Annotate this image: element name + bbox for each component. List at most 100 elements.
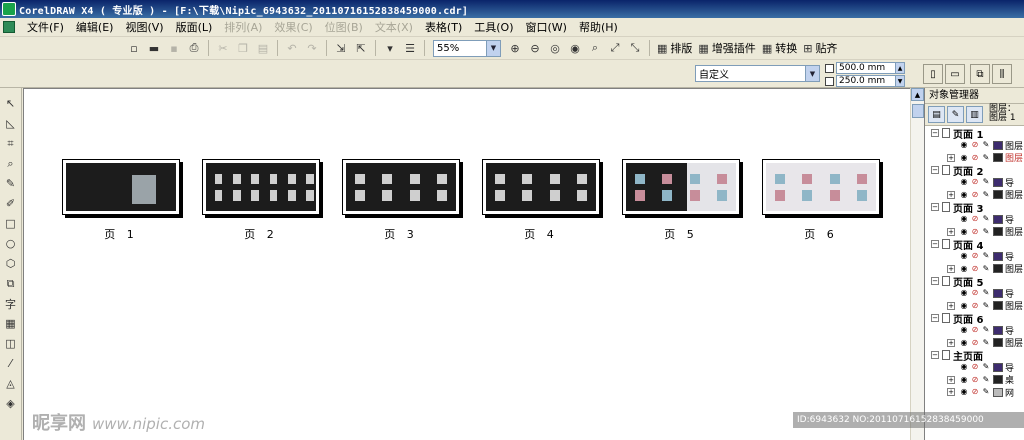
eye-icon[interactable]: ◉ — [959, 140, 969, 150]
collapse-icon[interactable]: − — [931, 351, 939, 359]
menu-tools[interactable]: 工具(O) — [468, 19, 519, 35]
menu-window[interactable]: 窗口(W) — [520, 19, 573, 35]
page-label[interactable]: 页 1 — [62, 226, 180, 242]
print-disabled-icon[interactable]: ⊘ — [970, 251, 980, 261]
freehand-tool-icon[interactable]: ✎ — [2, 174, 20, 193]
print-disabled-icon[interactable]: ⊘ — [970, 362, 980, 372]
object-tree-page[interactable]: − 主页面 — [925, 349, 1024, 363]
zoom-all-objects-icon[interactable]: ◉ — [566, 39, 584, 57]
layer-manager-view-icon[interactable]: ▥ — [966, 106, 983, 123]
object-tree-page[interactable]: − 页面 3 — [925, 201, 1024, 215]
export-icon[interactable]: ⇱ — [352, 39, 370, 57]
print-icon[interactable]: ⎙ — [185, 39, 203, 57]
expand-icon[interactable]: + — [947, 153, 955, 162]
redo-icon[interactable]: ↷ — [303, 39, 321, 57]
collapse-icon[interactable]: − — [931, 129, 939, 137]
object-tree-layer[interactable]: +◉⊘✎导 — [925, 324, 1024, 337]
collapse-icon[interactable]: − — [931, 203, 939, 211]
pencil-icon[interactable]: ✎ — [981, 325, 991, 335]
expand-icon[interactable]: + — [947, 264, 955, 273]
page-label[interactable]: 页 2 — [202, 226, 320, 242]
pencil-icon[interactable]: ✎ — [981, 301, 991, 311]
pencil-icon[interactable]: ✎ — [981, 177, 991, 187]
application-launcher-icon[interactable]: ▾ — [381, 39, 399, 57]
pencil-icon[interactable]: ✎ — [981, 264, 991, 274]
menu-help[interactable]: 帮助(H) — [573, 19, 624, 35]
chevron-down-icon[interactable]: ▼ — [805, 66, 819, 81]
print-disabled-icon[interactable]: ⊘ — [970, 227, 980, 237]
expand-icon[interactable]: + — [947, 375, 955, 384]
object-tree-layer[interactable]: +◉⊘✎导 — [925, 287, 1024, 300]
current-page-icon[interactable]: ⫼ — [992, 64, 1012, 84]
print-disabled-icon[interactable]: ⊘ — [970, 375, 980, 385]
eye-icon[interactable]: ◉ — [959, 227, 969, 237]
eyedropper-tool-icon[interactable]: ⁄ — [2, 354, 20, 373]
eye-icon[interactable]: ◉ — [959, 251, 969, 261]
height-spinner[interactable]: ▼ — [896, 75, 905, 87]
page-width-input[interactable]: 500.0 mm — [836, 62, 896, 74]
ellipse-tool-icon[interactable]: ○ — [2, 234, 20, 253]
chevron-down-icon[interactable]: ▼ — [486, 40, 500, 56]
print-disabled-icon[interactable]: ⊘ — [970, 288, 980, 298]
eye-icon[interactable]: ◉ — [959, 214, 969, 224]
menu-text[interactable]: 文本(X) — [369, 19, 419, 35]
zoom-in-icon[interactable]: ⊕ — [506, 39, 524, 57]
zoom-level-select[interactable]: 55% ▼ — [433, 39, 501, 57]
pencil-icon[interactable]: ✎ — [981, 288, 991, 298]
portrait-icon[interactable]: ▯ — [923, 64, 943, 84]
eye-icon[interactable]: ◉ — [959, 387, 969, 397]
pencil-icon[interactable]: ✎ — [981, 362, 991, 372]
landscape-icon[interactable]: ▭ — [945, 64, 965, 84]
object-tree-page[interactable]: − 页面 1 — [925, 127, 1024, 141]
menu-file[interactable]: 文件(F) — [21, 19, 70, 35]
page-thumbnail[interactable] — [62, 159, 180, 215]
print-disabled-icon[interactable]: ⊘ — [970, 140, 980, 150]
outline-tool-icon[interactable]: ◬ — [2, 374, 20, 393]
pencil-icon[interactable]: ✎ — [981, 338, 991, 348]
interactive-blend-tool-icon[interactable]: ◫ — [2, 334, 20, 353]
polygon-tool-icon[interactable]: ⬡ — [2, 254, 20, 273]
pencil-icon[interactable]: ✎ — [981, 153, 991, 163]
cut-icon[interactable]: ✂ — [214, 39, 232, 57]
smart-fill-tool-icon[interactable]: ✐ — [2, 194, 20, 213]
import-icon[interactable]: ⇲ — [332, 39, 350, 57]
pencil-icon[interactable]: ✎ — [981, 227, 991, 237]
print-disabled-icon[interactable]: ⊘ — [970, 177, 980, 187]
basic-shapes-tool-icon[interactable]: ⧉ — [2, 274, 20, 293]
print-disabled-icon[interactable]: ⊘ — [970, 387, 980, 397]
layout-plugin-button[interactable]: ▦ 排版 — [657, 40, 692, 56]
eye-icon[interactable]: ◉ — [959, 338, 969, 348]
print-disabled-icon[interactable]: ⊘ — [970, 264, 980, 274]
page-thumbnail[interactable] — [622, 159, 740, 215]
copy-icon[interactable]: ❐ — [234, 39, 252, 57]
print-disabled-icon[interactable]: ⊘ — [970, 338, 980, 348]
all-pages-icon[interactable]: ⧉ — [970, 64, 990, 84]
menu-edit[interactable]: 编辑(E) — [70, 19, 120, 35]
expand-icon[interactable]: + — [947, 301, 955, 310]
object-tree-page[interactable]: − 页面 4 — [925, 238, 1024, 252]
pencil-icon[interactable]: ✎ — [981, 190, 991, 200]
snap-button[interactable]: ⊞ 贴齐 — [803, 40, 837, 56]
expand-icon[interactable]: + — [947, 338, 955, 347]
table-tool-icon[interactable]: ▦ — [2, 314, 20, 333]
undo-icon[interactable]: ↶ — [283, 39, 301, 57]
object-tree-page[interactable]: − 页面 5 — [925, 275, 1024, 289]
menu-effects[interactable]: 效果(C) — [268, 19, 318, 35]
eye-icon[interactable]: ◉ — [959, 177, 969, 187]
object-tree-page[interactable]: − 页面 6 — [925, 312, 1024, 326]
object-tree-layer[interactable]: + ◉ ⊘ ✎ 桌 — [925, 374, 1024, 386]
page-label[interactable]: 页 6 — [762, 226, 880, 242]
convert-button[interactable]: ▦ 转换 — [762, 40, 797, 56]
menu-layout[interactable]: 版面(L) — [170, 19, 219, 35]
zoom-selected-icon[interactable]: ◎ — [546, 39, 564, 57]
menu-table[interactable]: 表格(T) — [419, 19, 468, 35]
scrollbar-thumb[interactable] — [912, 104, 924, 118]
zoom-tool-icon[interactable]: ⌕ — [2, 154, 20, 173]
object-tree-layer[interactable]: + ◉ ⊘ ✎ 网 — [925, 386, 1024, 399]
pick-tool-icon[interactable]: ↖ — [2, 94, 20, 113]
enhance-plugin-button[interactable]: ▦ 增强插件 — [698, 40, 755, 56]
page-label[interactable]: 页 3 — [342, 226, 460, 242]
eye-icon[interactable]: ◉ — [959, 153, 969, 163]
page-thumbnail[interactable] — [762, 159, 880, 215]
print-disabled-icon[interactable]: ⊘ — [970, 190, 980, 200]
